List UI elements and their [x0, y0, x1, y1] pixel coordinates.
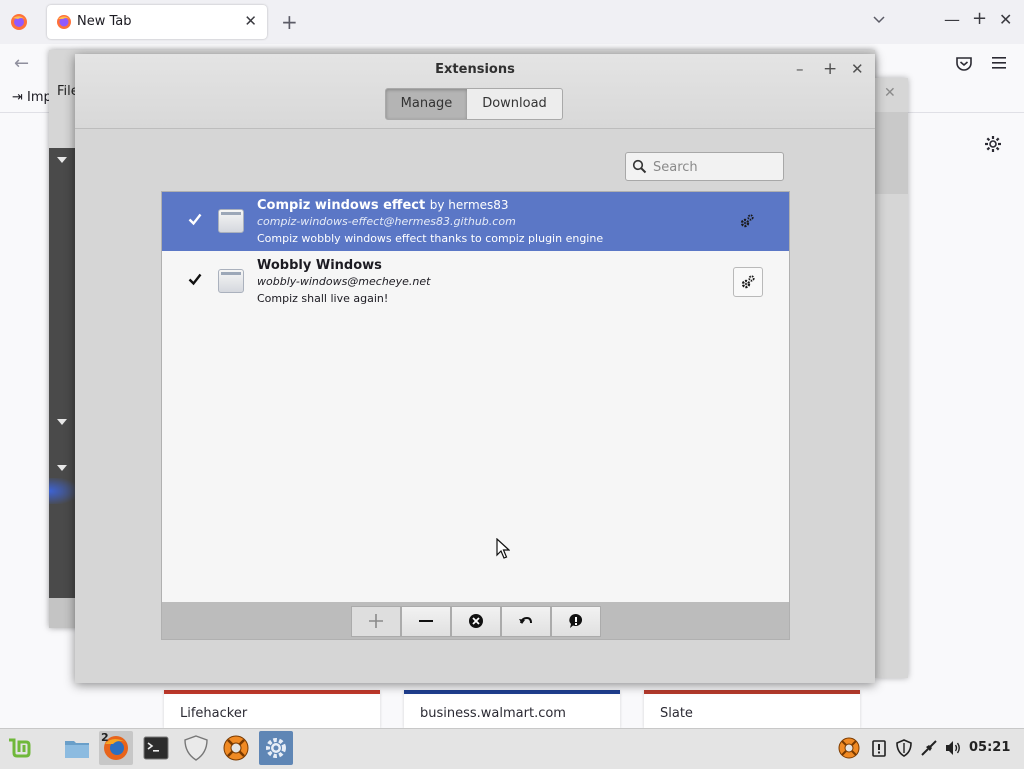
sidebar-selection	[49, 478, 76, 504]
shortcut-tile-lifehacker[interactable]: Lifehacker	[164, 690, 380, 728]
extension-row-compiz-windows-effect[interactable]: Compiz windows effect by hermes83 compiz…	[162, 192, 789, 251]
taskbar-terminal[interactable]	[139, 731, 173, 765]
info-icon	[569, 613, 583, 628]
remove-extension-button[interactable]	[451, 606, 501, 637]
extension-description: Compiz wobbly windows effect thanks to c…	[257, 232, 604, 245]
extension-icon	[218, 209, 244, 233]
import-bookmarks-button[interactable]: ⇥ Imp	[12, 90, 52, 105]
tab-manage[interactable]: Manage	[385, 88, 468, 120]
chevron-down-icon[interactable]	[871, 12, 887, 28]
dialog-header: Extensions – + ✕ Manage Download	[75, 54, 875, 129]
extension-description: Compiz shall live again!	[257, 292, 389, 305]
configure-button[interactable]	[733, 267, 763, 297]
shortcut-tile-slate[interactable]: Slate	[644, 690, 860, 728]
extensions-toolbar	[161, 602, 790, 640]
pocket-icon[interactable]	[955, 55, 973, 73]
tab-download[interactable]: Download	[467, 88, 563, 120]
background-window-close-icon[interactable]: ✕	[884, 85, 896, 101]
browser-minimize-icon[interactable]: —	[944, 10, 960, 29]
taskbar-settings[interactable]	[259, 731, 293, 765]
shortcut-label: Lifehacker	[180, 706, 248, 721]
taskbar-files[interactable]	[60, 731, 94, 765]
tray-lifebuoy-icon[interactable]	[838, 737, 860, 759]
extension-uuid: compiz-windows-effect@hermes83.github.co…	[257, 215, 516, 228]
volume-icon[interactable]	[944, 739, 962, 757]
gear-icon[interactable]	[984, 135, 1002, 153]
linux-mint-logo-icon	[9, 738, 31, 758]
search-icon	[632, 159, 647, 174]
firefox-logo-icon[interactable]	[10, 13, 28, 31]
settings-sidebar	[49, 148, 76, 598]
check-icon[interactable]	[188, 212, 202, 226]
shortcut-label: Slate	[660, 706, 693, 721]
search-box[interactable]	[625, 152, 784, 181]
settings-gear-icon	[266, 738, 286, 758]
terminal-icon	[143, 736, 169, 760]
disable-extension-button[interactable]	[401, 606, 451, 637]
taskbar-lifebuoy[interactable]	[219, 731, 253, 765]
shield-icon	[184, 735, 208, 761]
expand-triangle-icon[interactable]	[57, 157, 67, 163]
import-icon: ⇥	[12, 90, 23, 105]
plus-icon	[369, 614, 383, 628]
dialog-minimize-icon[interactable]: –	[796, 60, 804, 78]
extension-info-button[interactable]	[551, 606, 601, 637]
gears-icon	[740, 214, 754, 228]
clock: 05:21	[969, 740, 1011, 755]
expand-triangle-icon[interactable]	[57, 465, 67, 471]
background-window-panel	[875, 112, 908, 194]
sidebar-footer	[49, 598, 76, 628]
extension-name: Compiz windows effect by hermes83	[257, 198, 509, 213]
shortcut-tile-walmart[interactable]: business.walmart.com	[404, 690, 620, 728]
shortcut-label: business.walmart.com	[420, 706, 566, 721]
extension-uuid: wobbly-windows@mecheye.net	[257, 275, 431, 288]
extension-row-wobbly-windows[interactable]: Wobbly Windows wobbly-windows@mecheye.ne…	[162, 252, 789, 311]
minus-icon	[419, 620, 433, 622]
extensions-dialog: Extensions – + ✕ Manage Download Compiz …	[75, 54, 875, 683]
extension-name: Wobbly Windows	[257, 258, 382, 273]
extension-author: by hermes83	[429, 198, 509, 212]
dialog-close-icon[interactable]: ✕	[851, 60, 864, 78]
mouse-cursor-icon	[496, 538, 510, 559]
tab-title: New Tab	[77, 14, 132, 29]
extensions-list: Compiz windows effect by hermes83 compiz…	[161, 191, 790, 604]
add-extension-button[interactable]	[351, 606, 401, 637]
folder-icon	[65, 741, 89, 758]
remove-icon	[469, 614, 483, 628]
lifebuoy-icon	[223, 735, 249, 761]
dialog-title: Extensions	[435, 62, 515, 77]
restore-default-button[interactable]	[501, 606, 551, 637]
new-tab-icon[interactable]: +	[281, 10, 298, 34]
update-manager-icon[interactable]	[870, 739, 888, 757]
gears-icon	[741, 275, 755, 289]
firefox-favicon-icon	[57, 15, 71, 29]
back-arrow-icon[interactable]: ←	[14, 53, 29, 74]
mint-menu-button[interactable]	[3, 731, 37, 765]
firefox-window-count: 2	[101, 731, 109, 744]
expand-triangle-icon[interactable]	[57, 419, 67, 425]
taskbar-shield[interactable]	[179, 731, 213, 765]
undo-icon	[519, 616, 532, 624]
check-icon[interactable]	[188, 272, 202, 286]
browser-close-icon[interactable]: ✕	[999, 10, 1012, 29]
browser-tab-new-tab[interactable]: New Tab ✕	[47, 5, 267, 39]
tab-close-icon[interactable]: ✕	[244, 12, 257, 30]
browser-maximize-icon[interactable]: +	[972, 8, 987, 29]
search-input[interactable]	[651, 156, 780, 178]
dialog-maximize-icon[interactable]: +	[823, 59, 837, 79]
network-icon[interactable]	[920, 739, 938, 757]
shield-tray-icon[interactable]	[895, 739, 913, 757]
hamburger-menu-icon[interactable]	[991, 56, 1007, 70]
extension-icon	[218, 269, 244, 293]
configure-button[interactable]	[733, 207, 761, 235]
